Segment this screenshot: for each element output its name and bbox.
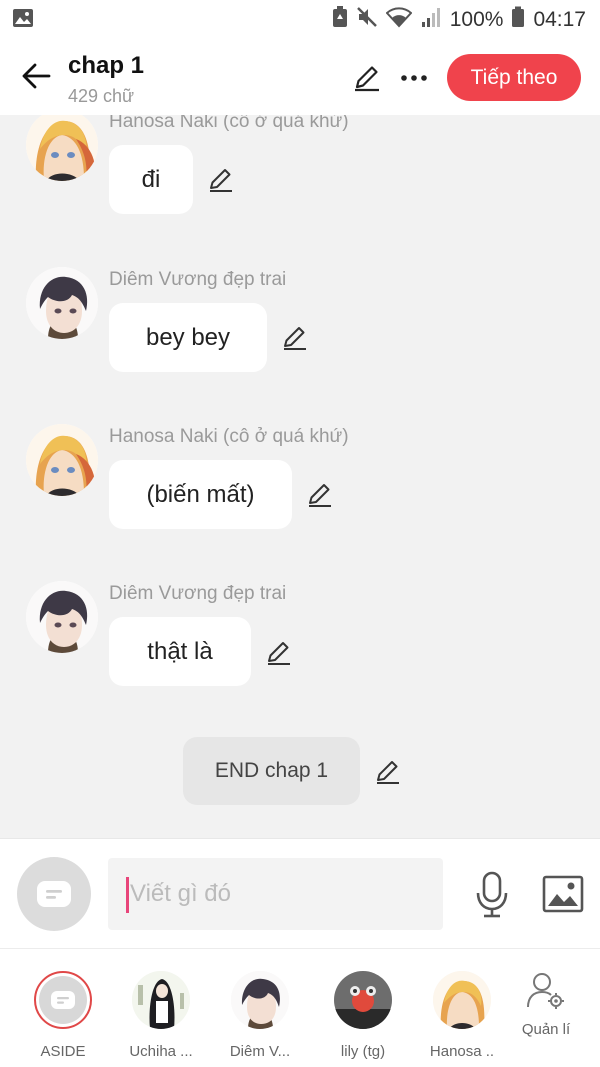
chat-message: Diêm Vương đẹp trai bey bey [0, 267, 600, 377]
message-input[interactable]: Viết gì đó [108, 858, 443, 930]
manage-label: Quản lí [521, 1021, 571, 1038]
pencil-icon [284, 327, 306, 350]
message-bubble[interactable]: đi [109, 145, 193, 214]
clock: 04:17 [533, 8, 586, 31]
edit-message-button[interactable] [306, 480, 334, 508]
chat-message: Hanosa Naki (cô ở quá khứ) đi [0, 115, 600, 221]
add-image-button[interactable] [542, 875, 584, 913]
status-bar: 100% 04:17 [0, 0, 600, 40]
character-bar: ASIDE Uchiha ... Diêm V... lily (tg) Han… [0, 948, 600, 1067]
avatar-uchiha [132, 971, 190, 1029]
next-chapter-button[interactable]: Tiếp theo [447, 54, 581, 101]
chat-area[interactable]: Hanosa Naki (cô ở quá khứ) đi Diêm Vương… [0, 115, 600, 838]
avatar-diem[interactable] [26, 581, 98, 653]
signal-icon [420, 6, 442, 34]
character-diem[interactable]: Diêm V... [212, 971, 308, 1060]
pencil-icon [268, 642, 290, 665]
voice-input-button[interactable] [474, 871, 510, 919]
microphone-icon [476, 871, 508, 918]
chat-message: Diêm Vương đẹp trai thật là [0, 581, 600, 691]
message-bubble[interactable]: thật là [109, 617, 251, 686]
character-label: Uchiha ... [129, 1043, 193, 1060]
edit-message-button[interactable] [281, 323, 309, 351]
edit-message-button[interactable] [207, 165, 235, 193]
arrow-left-icon [22, 63, 51, 89]
character-lily[interactable]: lily (tg) [315, 971, 411, 1060]
image-notification-icon [12, 8, 34, 33]
back-button[interactable] [18, 58, 54, 94]
text-cursor [126, 877, 129, 913]
sender-name: Diêm Vương đẹp trai [109, 583, 287, 604]
pencil-icon [355, 66, 379, 92]
edit-message-button[interactable] [265, 638, 293, 666]
word-count: 429 chữ [68, 86, 135, 106]
mute-icon [356, 6, 378, 34]
chapter-end-marker[interactable]: END chap 1 [183, 737, 360, 805]
chat-message: Hanosa Naki (cô ở quá khứ) (biến mất) [0, 424, 600, 534]
aside-toggle-button[interactable] [17, 857, 91, 931]
message-bubble[interactable]: bey bey [109, 303, 267, 372]
composer-bar: Viết gì đó [0, 838, 600, 948]
avatar-diem[interactable] [26, 267, 98, 339]
edit-chapter-button[interactable] [352, 62, 384, 94]
app-bar: chap 1 429 chữ Tiếp theo [0, 40, 600, 115]
battery-percent: 100% [449, 8, 504, 31]
aside-avatar [34, 971, 92, 1029]
more-dots-icon [401, 75, 427, 81]
character-label: Hanosa .. [429, 1043, 495, 1060]
sender-name: Hanosa Naki (cô ở quá khứ) [109, 115, 349, 132]
message-box-icon [51, 991, 75, 1009]
chapter-title: chap 1 [68, 52, 145, 79]
avatar-lily [334, 971, 392, 1029]
image-icon [542, 875, 584, 913]
sender-name: Diêm Vương đẹp trai [109, 269, 287, 290]
battery-icon [511, 6, 525, 34]
character-label: Diêm V... [229, 1043, 291, 1060]
character-uchiha[interactable]: Uchiha ... [113, 971, 209, 1060]
character-label: ASIDE [40, 1043, 86, 1060]
pencil-icon [309, 484, 331, 507]
user-settings-icon [527, 973, 564, 1009]
character-aside[interactable]: ASIDE [15, 971, 111, 1060]
more-options-button[interactable] [396, 62, 432, 94]
avatar-hanosa[interactable] [26, 115, 98, 181]
character-label: lily (tg) [340, 1043, 386, 1060]
wifi-icon [385, 6, 413, 34]
avatar-hanosa [433, 971, 491, 1029]
edit-end-marker-button[interactable] [374, 757, 402, 785]
avatar-diem [231, 971, 289, 1029]
message-box-icon [37, 881, 71, 907]
battery-saver-icon [332, 6, 348, 34]
manage-characters-button[interactable]: Quản lí [508, 971, 584, 1038]
character-hanosa[interactable]: Hanosa .. [414, 971, 510, 1060]
message-bubble[interactable]: (biến mất) [109, 460, 292, 529]
avatar-hanosa[interactable] [26, 424, 98, 496]
sender-name: Hanosa Naki (cô ở quá khứ) [109, 426, 349, 447]
pencil-icon [210, 169, 232, 192]
pencil-icon [377, 761, 399, 784]
